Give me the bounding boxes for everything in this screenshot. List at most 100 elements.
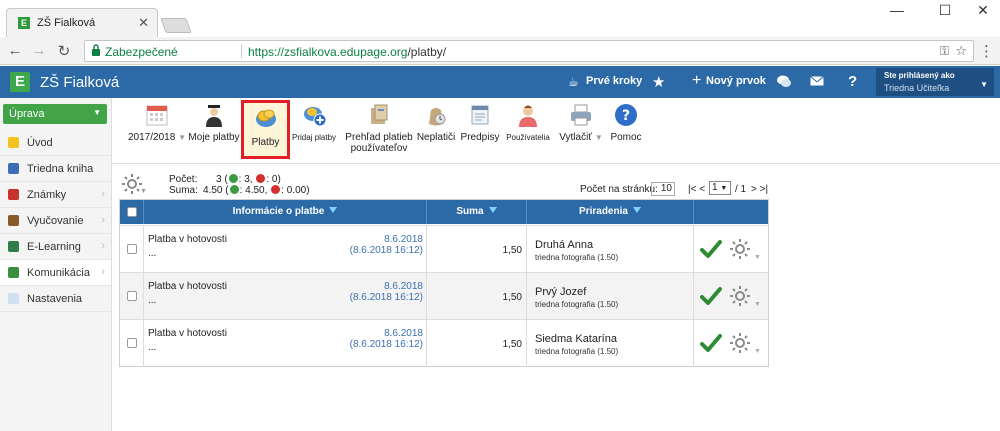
add-payment-button[interactable]: Pridaj platby <box>292 102 336 143</box>
nonpayers-button[interactable]: Neplatiči <box>414 102 458 143</box>
edit-dropdown-button[interactable]: Úprava ▼ <box>3 104 107 124</box>
cell-divider <box>143 226 144 273</box>
sidebar-item-nastavenia[interactable]: Nastavenia <box>0 286 111 312</box>
sidebar-item-vyucovanie[interactable]: Vyučovanie › <box>0 208 111 234</box>
filter-icon[interactable] <box>488 207 497 213</box>
cell-divider <box>693 226 694 273</box>
omnibox[interactable]: Zabezpečené https://zsfialkova.edupage.o… <box>84 40 974 62</box>
chevron-down-icon: ▼ <box>754 254 761 261</box>
edupage-logo[interactable]: E <box>10 72 30 92</box>
payment-datetime[interactable]: (8.6.2018 16:12) <box>303 292 423 303</box>
help-label: Pomoc <box>610 132 642 143</box>
assigned-student[interactable]: Prvý Jozef <box>535 286 586 298</box>
payment-datetime[interactable]: (8.6.2018 16:12) <box>303 339 423 350</box>
user-menu[interactable]: Ste prihlásený ako Triedna Učiteľka ▼ <box>876 68 994 96</box>
tab-title: ZŠ Fialková <box>37 17 96 29</box>
minimize-icon[interactable]: — <box>882 2 912 18</box>
coffee-icon[interactable]: ☕ <box>568 75 579 89</box>
year-label: 2017/2018 <box>128 132 176 143</box>
chevron-right-icon: › <box>101 214 105 226</box>
count-summary: 3 (: 3, : 0) <box>216 174 281 185</box>
url-text[interactable]: https://zsfialkova.edupage.org/platby/ <box>248 45 446 59</box>
row-settings-gear-icon[interactable] <box>728 284 752 308</box>
help-button[interactable]: ? Pomoc <box>606 102 646 143</box>
tab-close-icon[interactable]: ✕ <box>138 15 149 31</box>
payment-date[interactable]: 8.6.2018 <box>303 281 423 292</box>
page-select-value: 1 <box>712 182 718 193</box>
plus-icon[interactable]: + <box>692 72 701 90</box>
payments-button[interactable]: Platby <box>241 100 290 159</box>
checkmark-icon[interactable] <box>700 239 722 259</box>
window-close-icon[interactable]: ✕ <box>968 2 998 19</box>
school-name[interactable]: ZŠ Fialková <box>40 74 119 91</box>
forward-icon[interactable]: → <box>30 42 48 59</box>
row-settings-gear-icon[interactable] <box>728 237 752 261</box>
chat-icon[interactable] <box>776 74 792 89</box>
users-button[interactable]: Používatelia <box>504 102 552 143</box>
new-tab-button[interactable] <box>160 18 192 33</box>
page-select[interactable]: 1 ▼ <box>709 181 731 195</box>
filter-icon[interactable] <box>632 207 641 213</box>
chevron-right-icon: › <box>101 240 105 252</box>
checkmark-icon[interactable] <box>700 333 722 353</box>
browser-menu-icon[interactable]: ⋮ <box>979 42 994 60</box>
cell-divider <box>526 320 527 367</box>
my-payments-button[interactable]: Moje platby <box>188 102 240 143</box>
payment-date[interactable]: 8.6.2018 <box>303 234 423 245</box>
assigned-student[interactable]: Siedma Katarína <box>535 333 617 345</box>
row-checkbox[interactable] <box>127 291 137 301</box>
row-checkbox[interactable] <box>127 244 137 254</box>
sidebar-item-triedna-kniha[interactable]: Triedna kniha <box>0 156 111 182</box>
table-row[interactable]: Platba v hotovosti... 8.6.2018 (8.6.2018 1… <box>120 272 768 320</box>
unpaid-icon <box>271 185 281 194</box>
column-header-actions <box>694 200 768 224</box>
payment-type: Platba v hotovosti <box>148 234 227 245</box>
select-all-checkbox[interactable] <box>127 207 137 217</box>
sidebar-item-label: Známky <box>27 189 67 201</box>
maximize-icon[interactable]: ☐ <box>930 2 960 19</box>
edit-button-label: Úprava <box>9 108 45 120</box>
print-button[interactable]: Vytlačiť ▼ <box>556 102 606 143</box>
first-steps-link[interactable]: Prvé kroky <box>586 75 642 87</box>
filter-icon[interactable] <box>329 207 338 213</box>
money-bag-icon <box>429 108 446 126</box>
sidebar-item-uvod[interactable]: Úvod <box>0 130 111 156</box>
paid-icon <box>228 174 238 183</box>
column-header-info[interactable]: Informácie o platbe <box>144 200 427 224</box>
back-icon[interactable]: ← <box>6 42 24 59</box>
reload-icon[interactable]: ↻ <box>55 42 73 60</box>
pager-next[interactable]: > >| <box>751 184 768 195</box>
payment-datetime[interactable]: (8.6.2018 16:12) <box>303 245 423 256</box>
mail-icon[interactable] <box>810 76 824 86</box>
pager-prev[interactable]: |< < <box>688 184 705 195</box>
column-header-assign[interactable]: Priradenia <box>527 200 694 224</box>
sidebar-item-znamky[interactable]: Známky › <box>0 182 111 208</box>
directives-button[interactable]: Predpisy <box>458 102 502 143</box>
key-icon[interactable]: ⚿ <box>940 44 949 59</box>
chevron-down-icon: ▼ <box>93 108 101 117</box>
row-checkbox[interactable] <box>127 338 137 348</box>
cell-divider <box>143 273 144 320</box>
cell-divider <box>143 320 144 367</box>
user-payments-overview-button[interactable]: Prehľad platieb používateľov <box>340 102 418 154</box>
add-payment-label: Pridaj platby <box>292 133 337 142</box>
sidebar-item-e-learning[interactable]: E-Learning › <box>0 234 111 260</box>
payment-date[interactable]: 8.6.2018 <box>303 328 423 339</box>
help-icon[interactable]: ? <box>848 73 857 90</box>
bookmark-star-icon[interactable]: ☆ <box>955 43 967 59</box>
star-icon[interactable]: ★ <box>652 73 665 91</box>
payment-note: ... <box>148 295 157 306</box>
per-page-input[interactable]: 10 <box>651 182 675 196</box>
assigned-student[interactable]: Druhá Anna <box>535 239 593 251</box>
sidebar-item-komunikacia[interactable]: Komunikácia › <box>0 260 111 286</box>
row-settings-gear-icon[interactable] <box>728 331 752 355</box>
checkmark-icon[interactable] <box>700 286 722 306</box>
new-item-link[interactable]: Nový prvok <box>706 75 766 87</box>
year-selector[interactable]: 2017/2018 ▼ <box>128 102 186 143</box>
payments-label: Platby <box>251 137 280 148</box>
column-header-amount[interactable]: Suma <box>427 200 527 224</box>
pager-total: / 1 <box>735 184 747 195</box>
browser-tab[interactable]: E ZŠ Fialková ✕ <box>6 8 158 37</box>
table-row[interactable]: Platba v hotovosti... 8.6.2018 (8.6.2018 1… <box>120 225 768 273</box>
table-row[interactable]: Platba v hotovosti... 8.6.2018 (8.6.2018 1… <box>120 319 768 367</box>
